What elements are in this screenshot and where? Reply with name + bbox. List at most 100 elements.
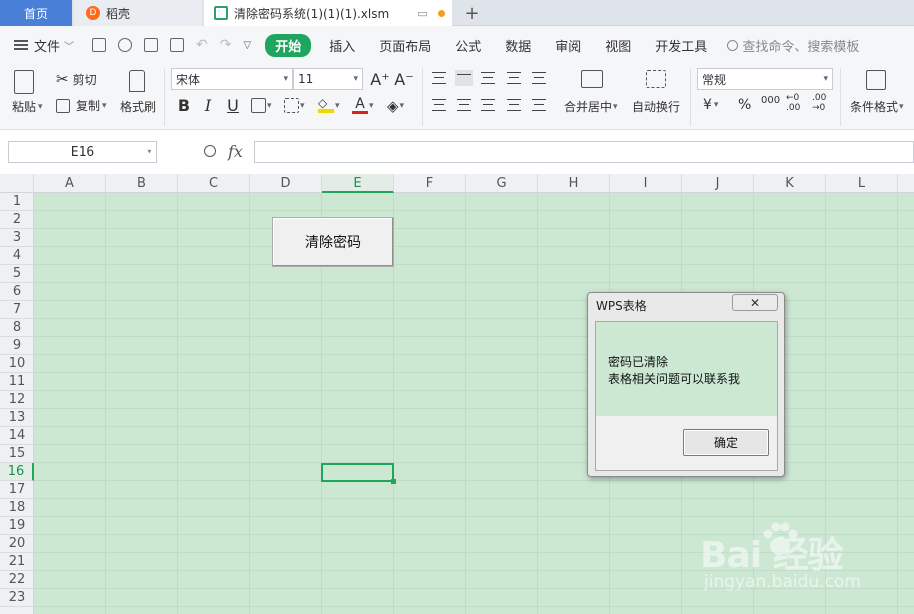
column-header-c[interactable]: C — [178, 174, 250, 193]
dialog-ok-button[interactable]: 确定 — [683, 429, 769, 456]
row-header-16[interactable]: 16 — [0, 463, 34, 481]
column-header-h[interactable]: H — [538, 174, 610, 193]
customize-dropdown-icon[interactable]: ▽ — [243, 40, 251, 51]
chevron-down-icon[interactable]: ﹀ — [64, 38, 74, 53]
italic-button[interactable]: I — [198, 96, 218, 115]
name-box[interactable]: E16 ▾ — [8, 141, 157, 163]
row-header-1[interactable]: 1 — [0, 193, 34, 211]
menu-review[interactable]: 审阅 — [543, 36, 593, 55]
dialog-close-button[interactable]: ✕ — [732, 294, 778, 311]
column-header-a[interactable]: A — [34, 174, 106, 193]
row-header-17[interactable]: 17 — [0, 481, 34, 499]
row-header-22[interactable]: 22 — [0, 571, 34, 589]
clear-password-button[interactable]: 清除密码 — [272, 217, 394, 267]
column-header-i[interactable]: I — [610, 174, 682, 193]
export-icon[interactable] — [118, 38, 133, 52]
indent-decrease-icon[interactable] — [507, 72, 521, 84]
cut-button[interactable]: ✂ 剪切 — [56, 70, 97, 88]
align-left-icon[interactable] — [432, 99, 446, 111]
menu-formulas[interactable]: 公式 — [443, 36, 493, 55]
menu-view[interactable]: 视图 — [593, 36, 643, 55]
row-header-21[interactable]: 21 — [0, 553, 34, 571]
clear-button[interactable]: ◈ ▾ — [387, 97, 404, 115]
cell-style-button[interactable]: ▾ — [284, 98, 305, 113]
selected-cell-e16[interactable] — [321, 463, 396, 484]
row-header-20[interactable]: 20 — [0, 535, 34, 553]
function-icon[interactable]: fx — [228, 142, 243, 161]
select-all-corner[interactable] — [0, 174, 34, 193]
merge-center-icon[interactable] — [581, 70, 603, 88]
currency-button[interactable]: ¥ ▾ — [703, 97, 718, 113]
conditional-format-icon[interactable] — [866, 70, 886, 90]
menu-page-layout[interactable]: 页面布局 — [367, 36, 443, 55]
row-header-18[interactable]: 18 — [0, 499, 34, 517]
distribute-icon[interactable] — [532, 99, 546, 111]
row-header-8[interactable]: 8 — [0, 319, 34, 337]
bold-button[interactable]: B — [174, 96, 194, 115]
format-painter-button[interactable]: 格式刷 — [120, 98, 156, 115]
zoom-icon[interactable] — [204, 145, 216, 157]
font-color-button[interactable]: A ▾ — [352, 97, 374, 114]
menu-start[interactable]: 开始 — [265, 33, 312, 57]
formula-input[interactable] — [254, 141, 914, 163]
conditional-format-button[interactable]: 条件格式 ▾ — [850, 98, 904, 115]
border-button[interactable]: ▾ — [251, 98, 272, 113]
font-grow-button[interactable]: A⁺ — [370, 70, 390, 89]
menu-developer[interactable]: 开发工具 — [643, 36, 719, 55]
row-header-3[interactable]: 3 — [0, 229, 34, 247]
column-header-b[interactable]: B — [106, 174, 178, 193]
redo-icon[interactable]: ↷ — [220, 37, 232, 53]
paste-icon[interactable] — [14, 70, 34, 94]
column-header-e[interactable]: E — [322, 174, 394, 193]
row-header-7[interactable]: 7 — [0, 301, 34, 319]
menu-data[interactable]: 数据 — [493, 36, 543, 55]
row-header-2[interactable]: 2 — [0, 211, 34, 229]
percent-button[interactable]: % — [738, 97, 751, 113]
align-center-icon[interactable] — [457, 99, 471, 111]
row-header-5[interactable]: 5 — [0, 265, 34, 283]
copy-button[interactable]: 复制 ▾ — [56, 97, 107, 114]
row-header-4[interactable]: 4 — [0, 247, 34, 265]
row-header-12[interactable]: 12 — [0, 391, 34, 409]
decrease-decimal-button[interactable]: .00 →0 — [812, 93, 832, 113]
undo-icon[interactable]: ↶ — [196, 37, 208, 53]
align-bottom-icon[interactable] — [481, 72, 495, 84]
align-right-icon[interactable] — [481, 99, 495, 111]
new-tab-button[interactable]: + — [460, 0, 484, 26]
wrap-text-icon[interactable] — [646, 70, 666, 88]
indent-increase-icon[interactable] — [532, 72, 546, 84]
brush-icon[interactable] — [129, 70, 145, 92]
thousands-button[interactable]: 000 — [761, 96, 780, 106]
row-header-6[interactable]: 6 — [0, 283, 34, 301]
number-format-select[interactable]: 常规 ▾ — [697, 68, 833, 90]
align-top-icon[interactable] — [432, 72, 446, 84]
tab-document[interactable]: 清除密码系统(1)(1)(1).xlsm ▭ — [204, 0, 452, 26]
monitor-icon[interactable]: ▭ — [417, 7, 427, 20]
column-header-l[interactable]: L — [826, 174, 898, 193]
print-preview-icon[interactable] — [170, 38, 185, 52]
column-header-j[interactable]: J — [682, 174, 754, 193]
tab-daoke[interactable]: D 稻壳 — [74, 0, 202, 26]
column-header-g[interactable]: G — [466, 174, 538, 193]
column-header-k[interactable]: K — [754, 174, 826, 193]
wrap-text-button[interactable]: 自动换行 — [632, 98, 680, 115]
align-middle-icon[interactable] — [455, 70, 473, 86]
merge-center-button[interactable]: 合并居中 ▾ — [564, 98, 618, 115]
row-header-10[interactable]: 10 — [0, 355, 34, 373]
row-header-19[interactable]: 19 — [0, 517, 34, 535]
menu-insert[interactable]: 插入 — [317, 36, 367, 55]
command-search[interactable]: 查找命令、搜索模板 — [727, 36, 859, 55]
row-header-11[interactable]: 11 — [0, 373, 34, 391]
tab-home[interactable]: 首页 — [0, 0, 72, 26]
hamburger-icon[interactable] — [14, 40, 28, 50]
row-header-13[interactable]: 13 — [0, 409, 34, 427]
font-shrink-button[interactable]: A⁻ — [394, 70, 414, 89]
row-header-14[interactable]: 14 — [0, 427, 34, 445]
column-header-f[interactable]: F — [394, 174, 466, 193]
column-header-d[interactable]: D — [250, 174, 322, 193]
justify-icon[interactable] — [507, 99, 521, 111]
row-header-9[interactable]: 9 — [0, 337, 34, 355]
paste-button[interactable]: 粘贴 ▾ — [12, 98, 43, 115]
row-header-23[interactable]: 23 — [0, 589, 34, 607]
save-icon[interactable] — [92, 38, 107, 52]
